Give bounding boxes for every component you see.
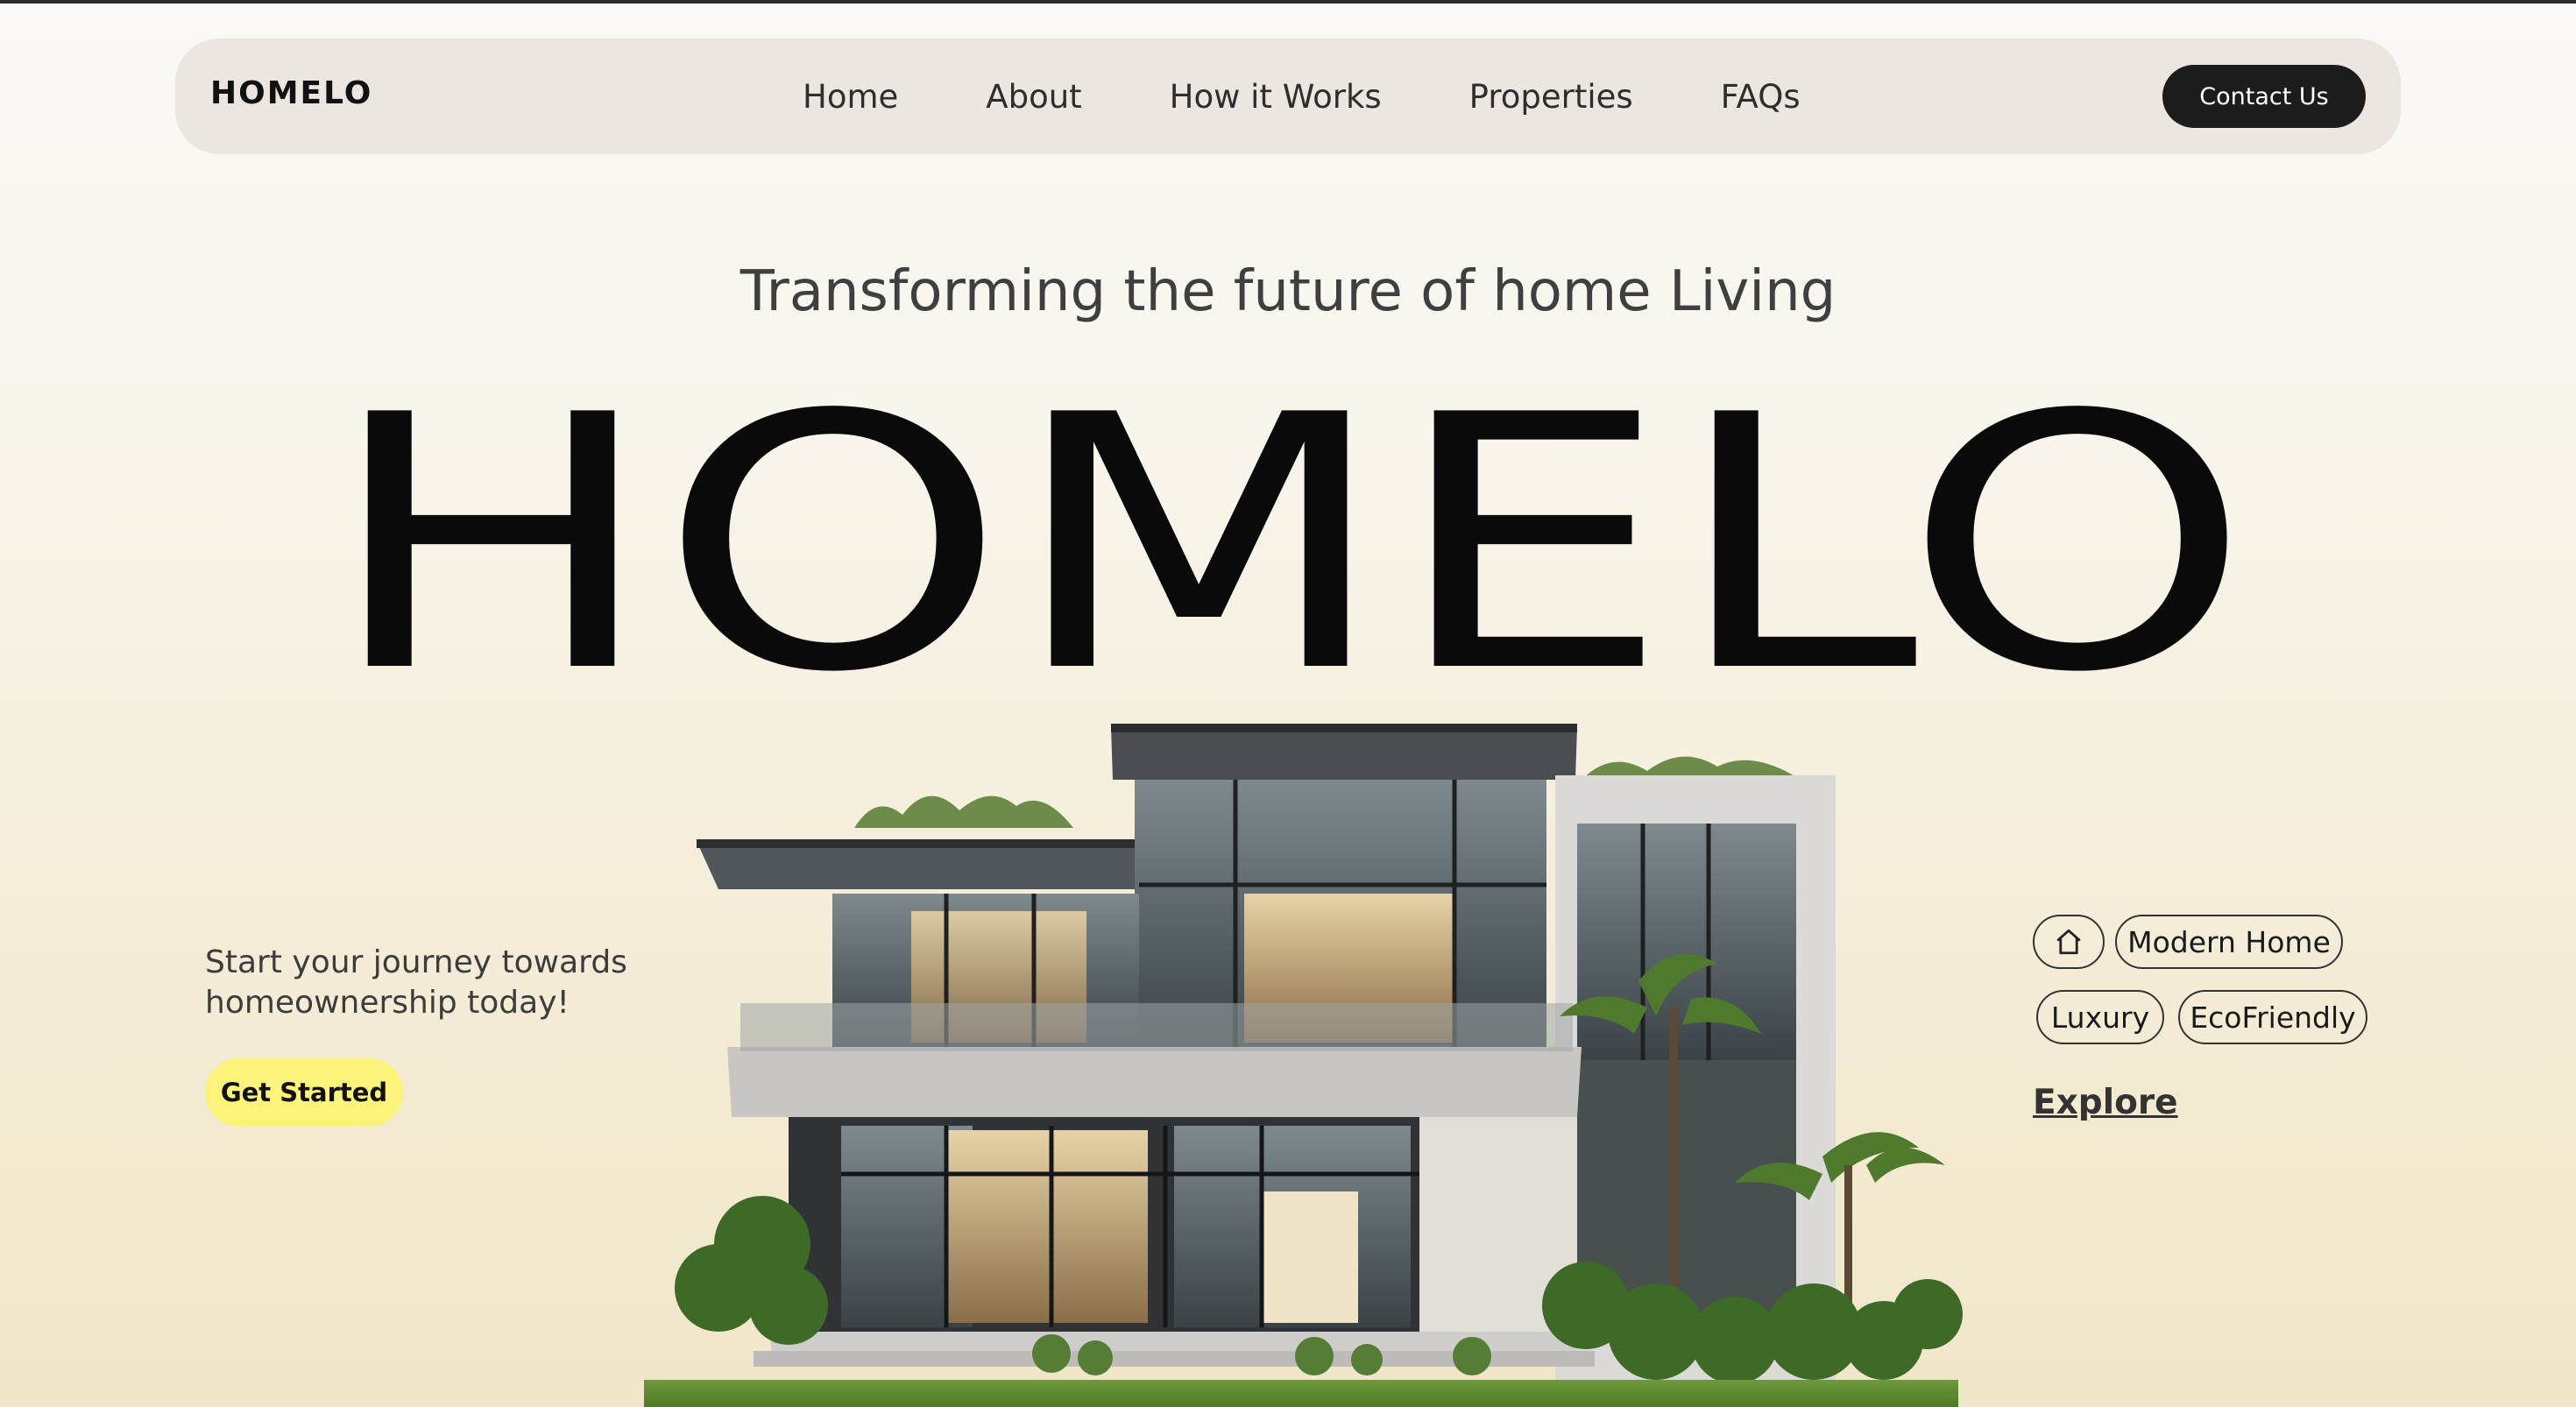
house-illustration <box>644 724 1963 1407</box>
tag-modern-home[interactable]: Modern Home <box>2115 915 2343 969</box>
get-started-button[interactable]: Get Started <box>205 1058 403 1127</box>
tag-ecofriendly[interactable]: EcoFriendly <box>2178 990 2367 1044</box>
explore-link[interactable]: Explore <box>2033 1083 2178 1122</box>
hero-title: HOMELO <box>324 342 2252 749</box>
cta-text: Start your journey towards homeownership… <box>205 944 627 1021</box>
home-icon <box>2056 929 2081 955</box>
tag-luxury[interactable]: Luxury <box>2036 990 2164 1044</box>
hero-graphic: HOMELO <box>324 342 2252 1407</box>
home-chip[interactable] <box>2033 915 2105 969</box>
